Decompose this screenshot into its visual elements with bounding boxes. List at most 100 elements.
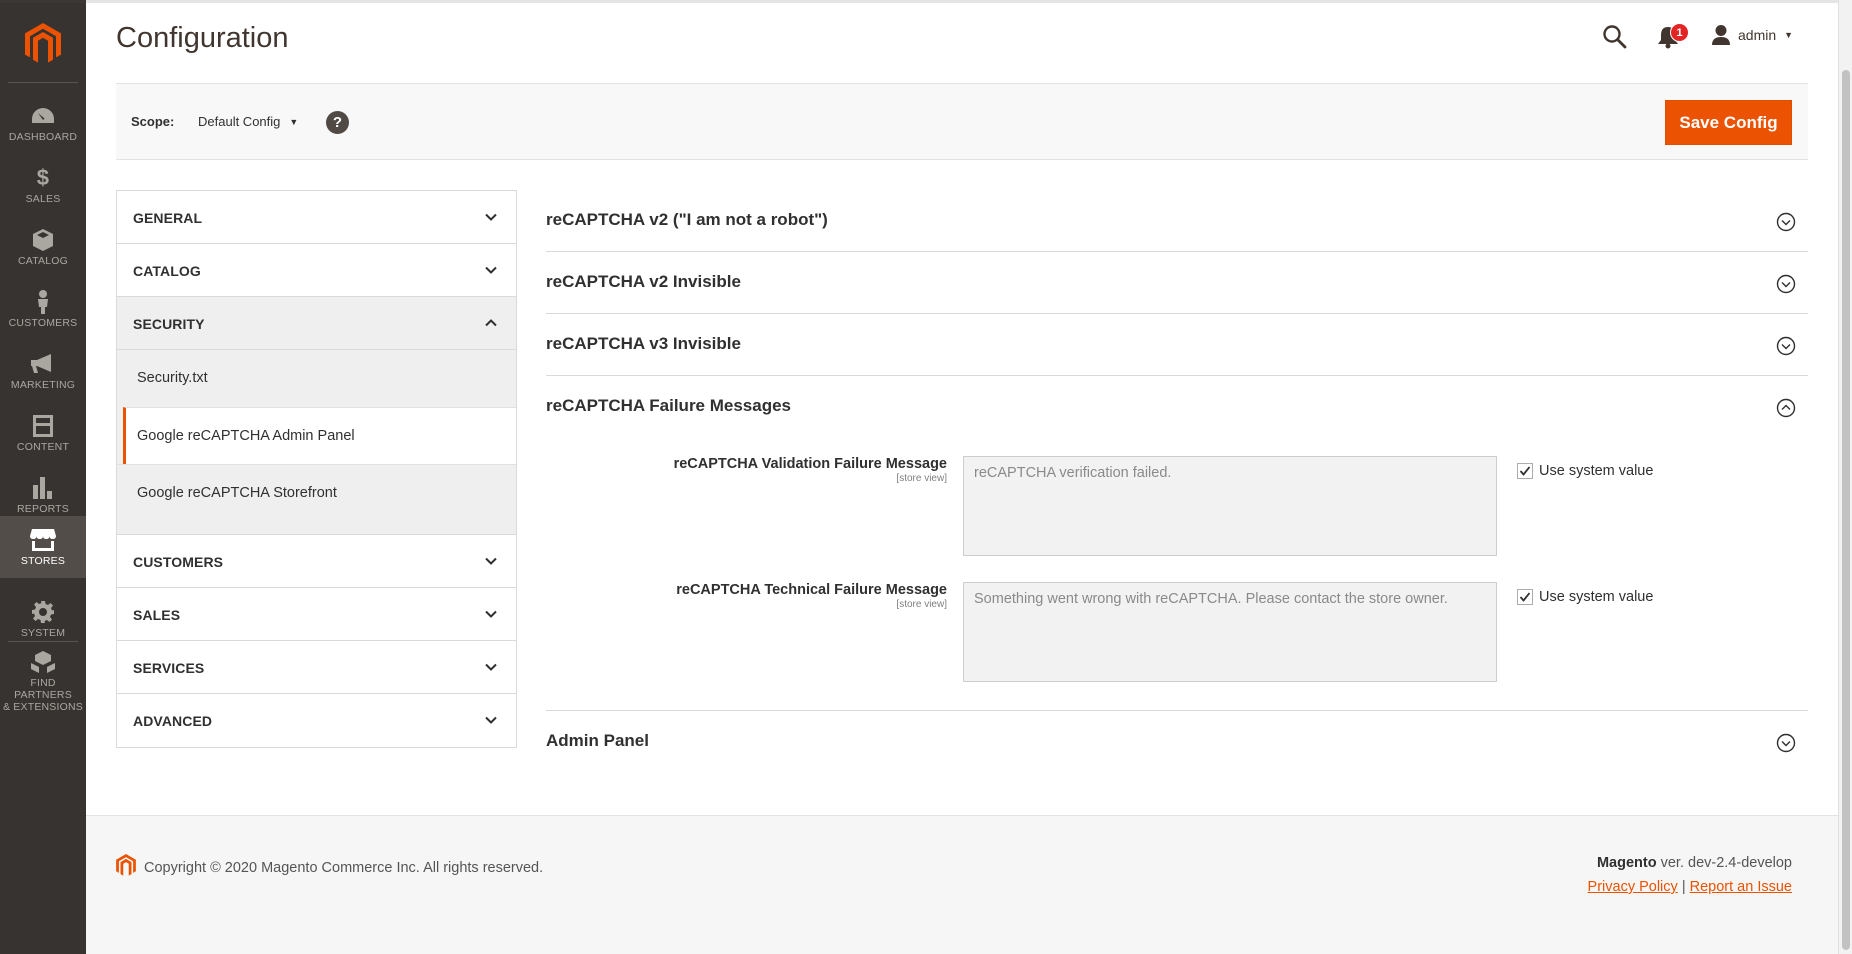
nav-item-customers[interactable]: CUSTOMERS	[0, 278, 86, 340]
nav-item-sales[interactable]: $ SALES	[0, 154, 86, 216]
config-tabs: GENERAL CATALOG SECURITY Security.txt Go…	[116, 190, 517, 748]
tab-advanced-label: ADVANCED	[133, 713, 213, 729]
scope-value: Default Config	[198, 114, 281, 129]
section-recaptcha-v3-invisible[interactable]: reCAPTCHA v3 Invisible	[546, 314, 1808, 376]
chevron-down-icon: ▼	[1784, 30, 1794, 40]
section-recaptcha-v2[interactable]: reCAPTCHA v2 ("I am not a robot")	[546, 190, 1808, 252]
boxes-icon	[31, 649, 55, 675]
security-subtabs: Security.txt Google reCAPTCHA Admin Pane…	[117, 350, 516, 535]
technical-message-textarea[interactable]: Something went wrong with reCAPTCHA. Ple…	[963, 582, 1497, 682]
nav-label-extensions: & EXTENSIONS	[2, 701, 83, 713]
tab-customers[interactable]: CUSTOMERS	[117, 535, 516, 588]
top-border	[86, 0, 1852, 3]
help-icon[interactable]: ?	[326, 111, 349, 134]
chevron-down-icon	[485, 663, 497, 671]
checkbox-checked[interactable]	[1517, 589, 1533, 605]
section-admin-panel[interactable]: Admin Panel	[546, 711, 1808, 773]
subtab-label: Google reCAPTCHA Storefront	[137, 485, 337, 501]
expand-circle-icon	[1776, 274, 1796, 294]
section-title: reCAPTCHA v2 Invisible	[546, 272, 741, 291]
tab-general[interactable]: GENERAL	[117, 191, 516, 244]
user-avatar-icon	[1712, 25, 1730, 45]
subtab-recaptcha-storefront[interactable]: Google reCAPTCHA Storefront	[117, 464, 516, 534]
nav-label-customers: CUSTOMERS	[8, 317, 78, 329]
page-footer: Copyright © 2020 Magento Commerce Inc. A…	[86, 815, 1852, 954]
section-title: Admin Panel	[546, 731, 649, 750]
notifications-count-badge[interactable]: 1	[1670, 23, 1689, 42]
nav-divider	[8, 641, 78, 642]
chevron-down-icon	[485, 266, 497, 274]
nav-item-dashboard[interactable]: DASHBOARD	[0, 92, 86, 154]
validation-use-system-value[interactable]: Use system value	[1517, 463, 1653, 479]
nav-label-catalog: CATALOG	[17, 255, 69, 267]
nav-label-system: SYSTEM	[20, 627, 66, 639]
user-menu[interactable]: admin ▼	[1712, 24, 1793, 46]
expand-circle-icon	[1776, 212, 1796, 232]
section-title: reCAPTCHA v3 Invisible	[546, 334, 741, 353]
chevron-down-icon	[485, 213, 497, 221]
user-name: admin	[1738, 27, 1777, 43]
validation-message-textarea[interactable]: reCAPTCHA verification failed.	[963, 456, 1497, 556]
tab-catalog[interactable]: CATALOG	[117, 244, 516, 297]
subtab-security-txt[interactable]: Security.txt	[117, 350, 516, 407]
use-system-value-label: Use system value	[1539, 463, 1654, 479]
chevron-down-icon: ▼	[289, 116, 299, 127]
dollar-icon: $	[36, 165, 50, 190]
field-scope: [store view]	[896, 473, 947, 484]
technical-message-label: reCAPTCHA Technical Failure Message [sto…	[676, 582, 947, 610]
version-info: Magento ver. dev-2.4-develop	[1597, 855, 1792, 871]
report-issue-link[interactable]: Report an Issue	[1690, 879, 1792, 895]
field-label-text: reCAPTCHA Validation Failure Message	[673, 456, 947, 472]
cube-icon	[33, 227, 53, 253]
bar-chart-icon	[33, 475, 53, 501]
validation-message-label: reCAPTCHA Validation Failure Message [st…	[674, 456, 947, 484]
magento-logo-icon	[116, 854, 136, 881]
field-scope: [store view]	[896, 599, 947, 610]
chevron-down-icon	[485, 716, 497, 724]
page-scrollbar[interactable]	[1838, 0, 1852, 954]
dashboard-icon	[31, 103, 55, 129]
checkbox-checked[interactable]	[1517, 463, 1533, 479]
section-recaptcha-v2-invisible[interactable]: reCAPTCHA v2 Invisible	[546, 252, 1808, 314]
config-sections: reCAPTCHA v2 ("I am not a robot") reCAPT…	[546, 190, 1808, 773]
store-icon	[30, 527, 56, 553]
search-icon[interactable]	[1602, 24, 1628, 50]
scope-switcher[interactable]: Default Config ▼	[198, 114, 298, 129]
version-text: ver. dev-2.4-develop	[1656, 855, 1792, 871]
tab-advanced[interactable]: ADVANCED	[117, 694, 516, 747]
technical-use-system-value[interactable]: Use system value	[1517, 589, 1653, 605]
copyright: Copyright © 2020 Magento Commerce Inc. A…	[116, 854, 543, 881]
tab-sales-label: SALES	[133, 607, 181, 623]
nav-item-marketing[interactable]: MARKETING	[0, 340, 86, 402]
tab-security[interactable]: SECURITY	[117, 297, 516, 350]
nav-item-stores[interactable]: STORES	[0, 516, 86, 578]
link-separator: |	[1681, 879, 1686, 895]
nav-label-stores: STORES	[20, 555, 66, 567]
use-system-value-label: Use system value	[1539, 589, 1654, 605]
megaphone-icon	[31, 351, 55, 377]
section-recaptcha-failure-messages[interactable]: reCAPTCHA Failure Messages reCAPTCHA Val…	[546, 376, 1808, 711]
privacy-policy-link[interactable]: Privacy Policy	[1588, 879, 1678, 895]
copyright-text: Copyright © 2020 Magento Commerce Inc. A…	[144, 859, 544, 876]
admin-sidebar: DASHBOARD $ SALES CATALOG CUSTOMERS MARK…	[0, 0, 86, 954]
subtab-label: Security.txt	[137, 370, 208, 386]
nav-label-reports: REPORTS	[17, 503, 69, 515]
subtab-recaptcha-admin-panel[interactable]: Google reCAPTCHA Admin Panel	[123, 407, 516, 464]
magento-logo-icon[interactable]	[20, 21, 66, 67]
nav-item-content[interactable]: CONTENT	[0, 402, 86, 464]
nav-label-sales: SALES	[25, 193, 61, 205]
chevron-up-icon	[485, 319, 497, 327]
tab-catalog-label: CATALOG	[133, 263, 201, 279]
nav-item-find-partners[interactable]: FIND PARTNERS & EXTENSIONS	[0, 646, 86, 716]
nav-label-marketing: MARKETING	[10, 379, 76, 391]
nav-item-catalog[interactable]: CATALOG	[0, 216, 86, 278]
tab-services[interactable]: SERVICES	[117, 641, 516, 694]
nav-divider	[8, 82, 78, 83]
tab-security-label: SECURITY	[133, 316, 205, 332]
gear-icon	[32, 599, 54, 625]
scrollbar-thumb[interactable]	[1842, 70, 1850, 950]
save-config-button[interactable]: Save Config	[1665, 100, 1792, 145]
nav-label-dashboard: DASHBOARD	[8, 131, 78, 143]
footer-links: Privacy Policy | Report an Issue	[1588, 879, 1792, 895]
tab-sales[interactable]: SALES	[117, 588, 516, 641]
